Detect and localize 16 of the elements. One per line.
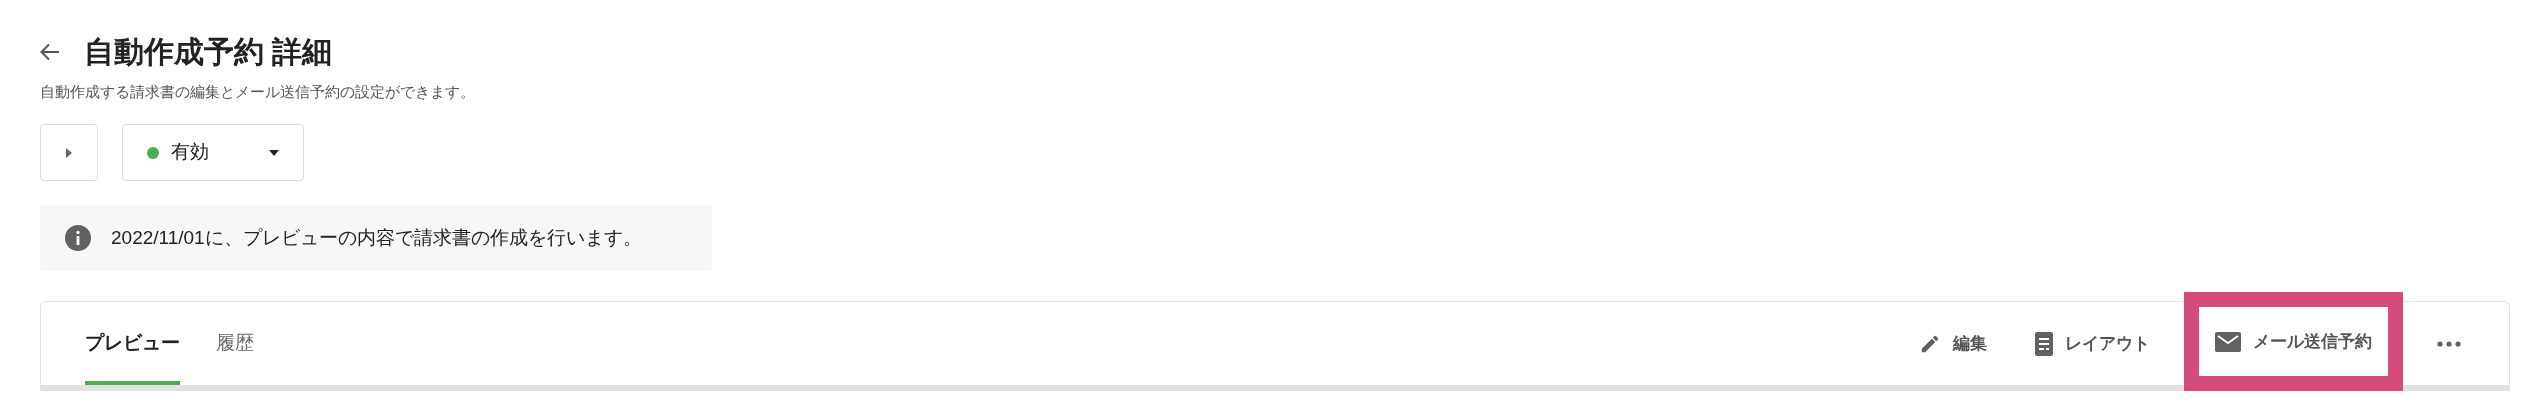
back-arrow-icon[interactable] <box>40 43 60 61</box>
mail-icon <box>2215 331 2241 352</box>
layout-button[interactable]: レイアウト <box>2021 318 2164 369</box>
info-icon <box>65 225 91 251</box>
status-select[interactable]: 有効 <box>122 124 304 181</box>
caret-right-icon <box>66 147 72 158</box>
tab[interactable]: 履歴 <box>216 302 254 385</box>
page-description: 自動作成する請求書の編集とメール送信予約の設定ができます。 <box>40 82 476 102</box>
more-icon <box>2437 340 2461 347</box>
info-text: 2022/11/01に、プレビューの内容で請求書の作成を行います。 <box>111 225 642 250</box>
edit-button[interactable]: 編集 <box>1905 318 2001 369</box>
document-icon <box>2035 331 2053 356</box>
expand-button[interactable] <box>40 124 98 181</box>
mail-button[interactable]: メール送信予約 <box>2184 292 2403 391</box>
page-title: 自動作成予約 詳細 <box>84 34 333 70</box>
caret-down-icon <box>269 149 279 156</box>
